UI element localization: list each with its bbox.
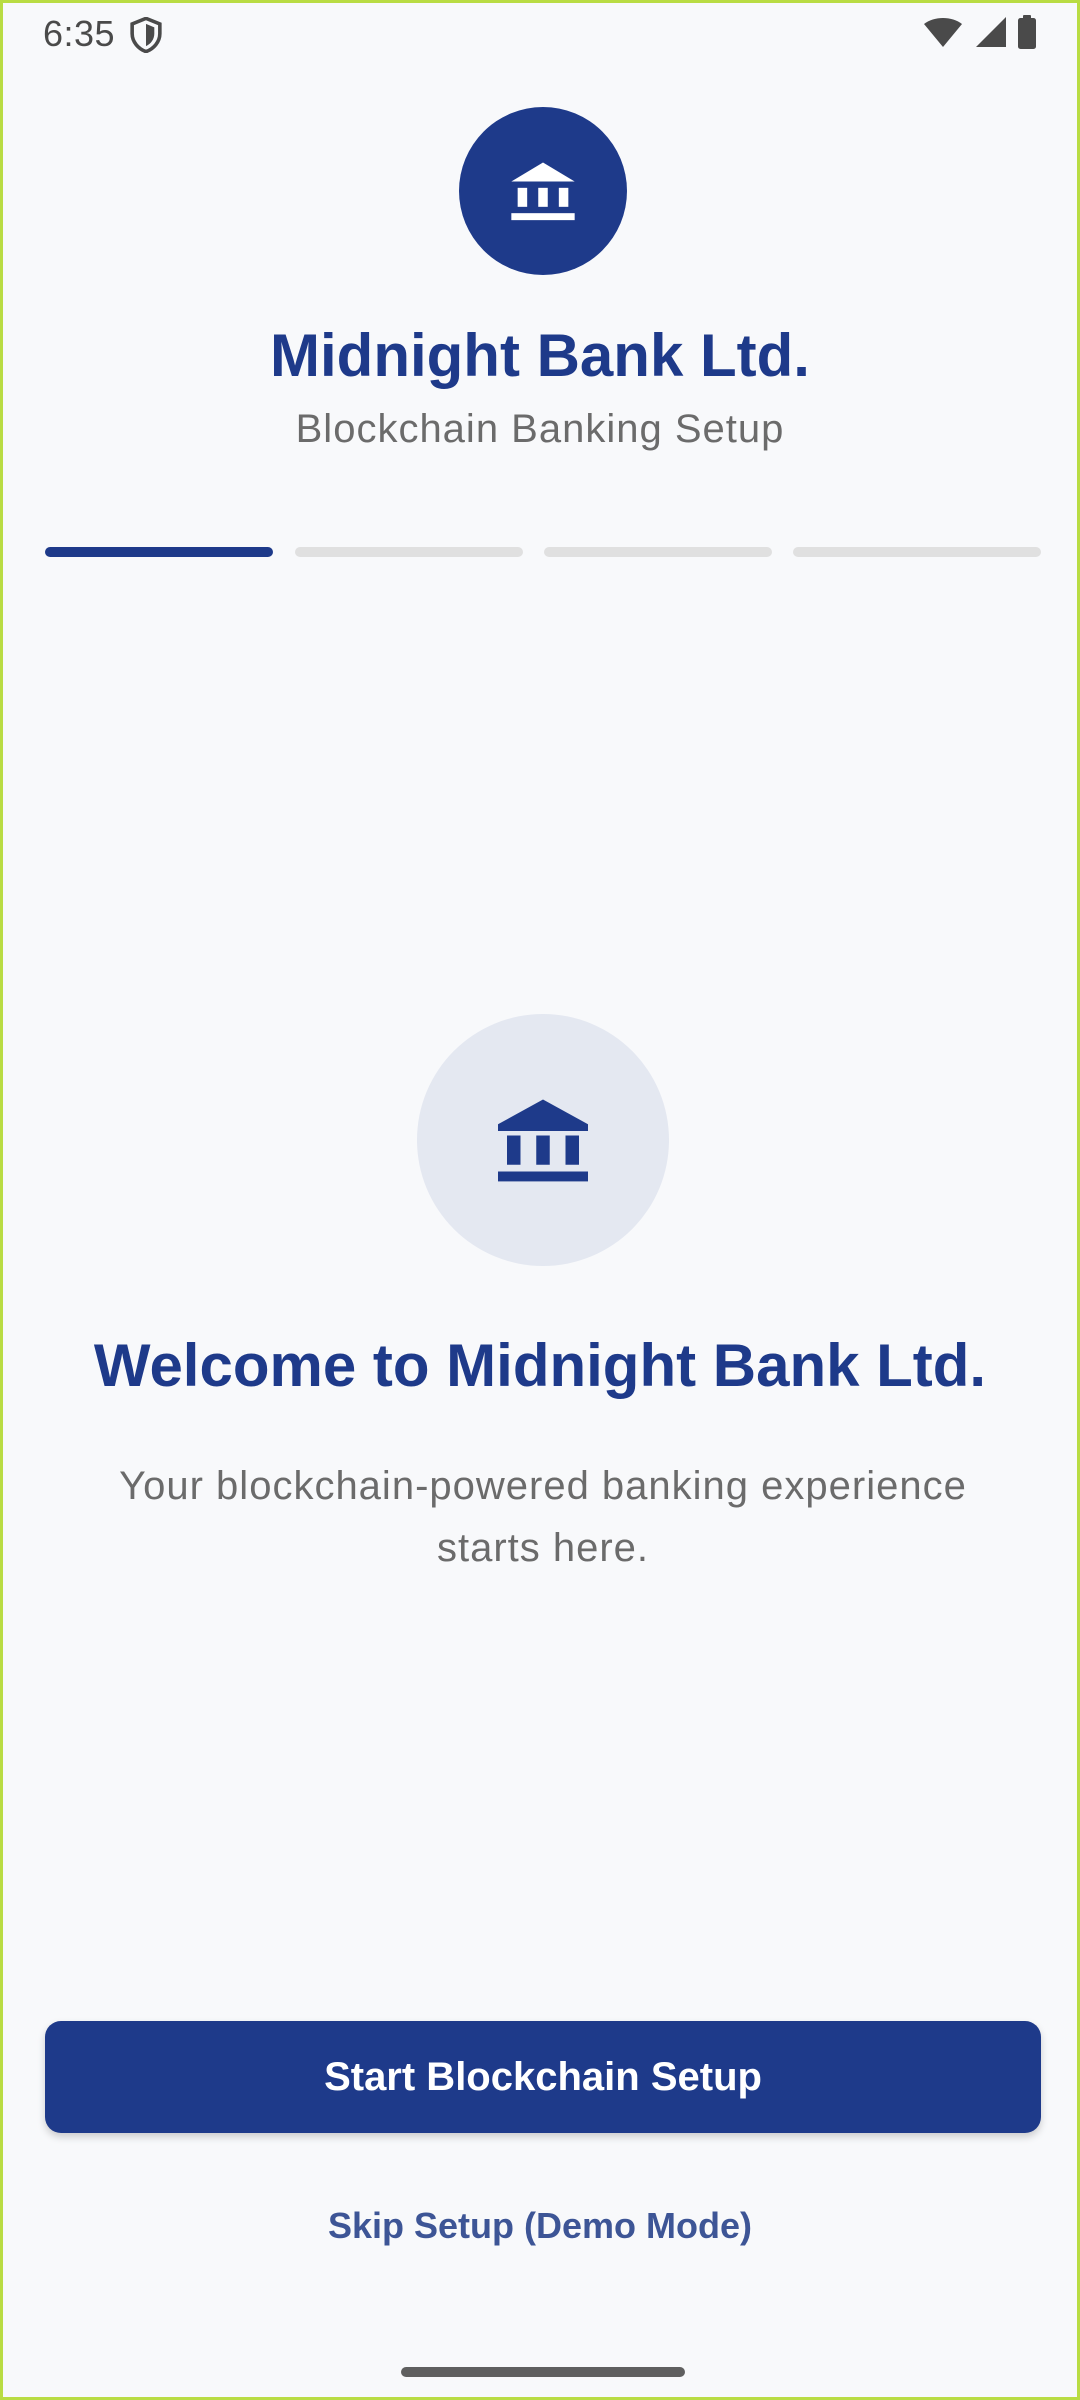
- onboarding-screen: 6:35 Midnight Bank Ltd. Blockchain Banki…: [0, 0, 1080, 2400]
- setup-progress: [45, 547, 1041, 557]
- progress-step-3: [544, 547, 772, 557]
- status-icons: [923, 15, 1037, 49]
- status-bar: 6:35: [3, 3, 1077, 67]
- wifi-icon: [924, 18, 962, 47]
- welcome-title: Welcome to Midnight Bank Ltd.: [93, 1332, 987, 1399]
- progress-step-1: [45, 547, 273, 557]
- status-time: 6:35: [43, 13, 116, 54]
- bank-icon: [498, 1099, 588, 1182]
- header-logo: [459, 107, 627, 275]
- battery-icon: [1018, 15, 1036, 49]
- app-subtitle: Blockchain Banking Setup: [295, 407, 785, 451]
- shield-icon: [130, 17, 162, 53]
- welcome-icon-circle: [417, 1014, 669, 1266]
- progress-step-4: [793, 547, 1041, 557]
- app-title: Midnight Bank Ltd.: [270, 322, 810, 389]
- start-setup-button[interactable]: Start Blockchain Setup: [45, 2021, 1041, 2133]
- home-indicator[interactable]: [401, 2367, 685, 2377]
- progress-step-2: [295, 547, 523, 557]
- skip-setup-link[interactable]: Skip Setup (Demo Mode): [3, 2205, 1077, 2247]
- bank-icon: [511, 162, 575, 221]
- welcome-description: Your blockchain-powered banking experien…: [119, 1464, 967, 1570]
- signal-icon: [976, 17, 1006, 47]
